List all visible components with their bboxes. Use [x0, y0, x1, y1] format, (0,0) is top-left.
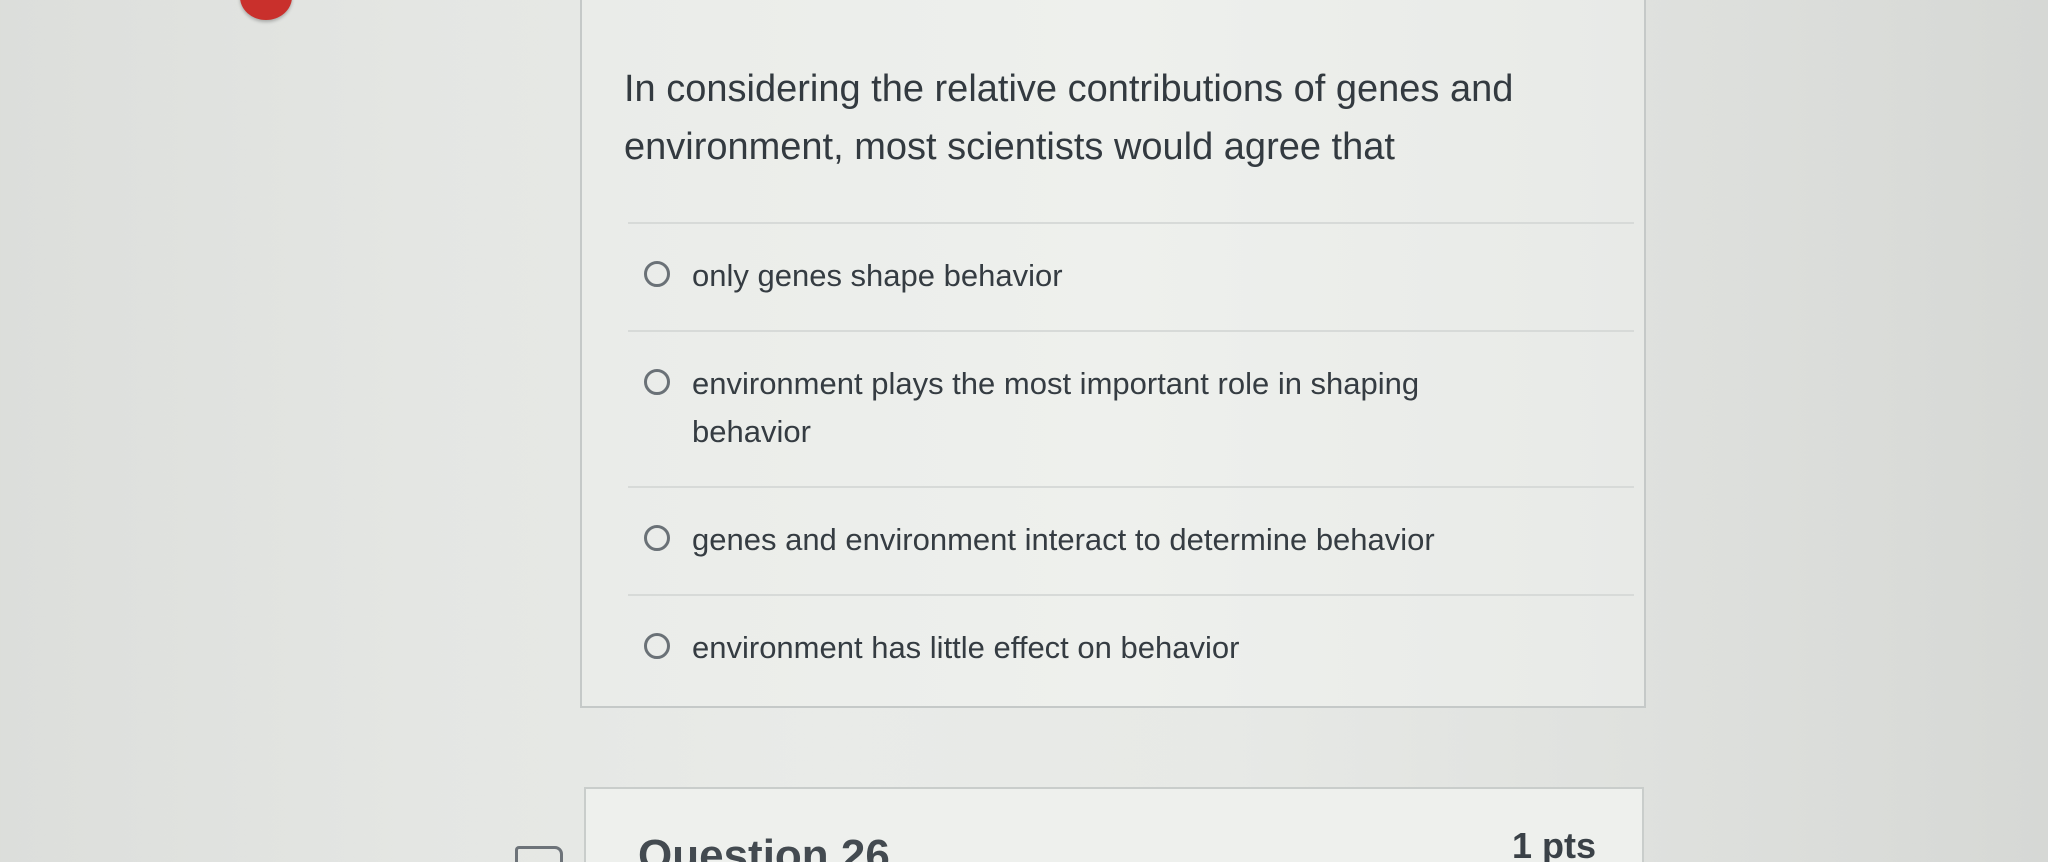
question-title: Question 26: [638, 831, 890, 862]
radio-circle-icon[interactable]: [644, 525, 670, 551]
answer-option-4[interactable]: environment has little effect on behavio…: [628, 594, 1634, 702]
answer-option-3[interactable]: genes and environment interact to determ…: [628, 486, 1634, 594]
notification-badge[interactable]: [240, 0, 292, 20]
radio-circle-icon[interactable]: [644, 369, 670, 395]
answer-label: genes and environment interact to determ…: [692, 522, 1435, 557]
flag-icon[interactable]: [515, 846, 563, 862]
answer-label: only genes shape behavior: [692, 258, 1063, 293]
next-question-card: Question 26 1 pts: [584, 787, 1644, 862]
answer-label: environment has little effect on behavio…: [692, 630, 1240, 665]
answer-option-1[interactable]: only genes shape behavior: [628, 222, 1634, 330]
radio-circle-icon[interactable]: [644, 261, 670, 287]
answer-list: only genes shape behavior environment pl…: [628, 222, 1634, 702]
question-text: In considering the relative contribution…: [624, 68, 1514, 168]
answer-label: environment plays the most important rol…: [692, 366, 1420, 449]
question-card: In considering the relative contribution…: [580, 0, 1646, 708]
radio-circle-icon[interactable]: [644, 633, 670, 659]
question-points: 1 pts: [1511, 825, 1596, 862]
answer-option-2[interactable]: environment plays the most important rol…: [628, 330, 1634, 486]
